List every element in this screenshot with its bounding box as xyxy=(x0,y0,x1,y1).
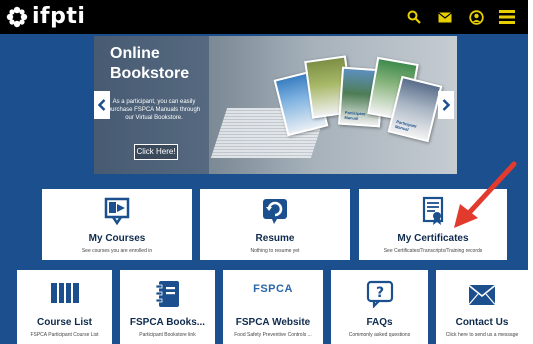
tile-subtitle: Participant Bookstore link xyxy=(139,332,196,338)
bookstore-banner[interactable]: Participant Manual Participant Manual On… xyxy=(94,36,457,174)
tile-fspca-books[interactable]: FSPCA Books... Participant Bookstore lin… xyxy=(120,270,215,344)
courses-icon xyxy=(104,197,130,226)
tile-resume[interactable]: Resume Nothing to resume yet xyxy=(200,189,350,260)
banner-title-line: Online xyxy=(110,45,160,62)
tile-subtitle: Food Safety Preventive Controls ... xyxy=(234,332,312,338)
tile-title: FSPCA Website xyxy=(235,317,311,328)
tile-title: Contact Us xyxy=(455,317,509,328)
banner-title: Online Bookstore xyxy=(110,44,189,84)
certificate-icon xyxy=(422,196,444,225)
logo-flower-icon xyxy=(6,6,28,28)
carousel-prev-button[interactable] xyxy=(94,91,110,119)
chevron-left-icon xyxy=(98,99,106,111)
fspca-logo: FSPCA xyxy=(253,283,293,295)
tile-subtitle: FSPCA Participant Course List xyxy=(30,332,99,338)
resume-icon xyxy=(263,199,287,224)
logo-text: ifpti xyxy=(32,4,86,29)
tile-title: FAQs xyxy=(366,317,393,328)
tile-title: Resume xyxy=(255,233,295,244)
help-chat-icon: ? xyxy=(366,280,393,308)
notebook-icon xyxy=(155,281,179,307)
book-label: Participant Manual xyxy=(394,118,418,132)
annotation-arrow xyxy=(454,161,517,228)
tile-subtitle: Nothing to resume yet xyxy=(250,248,300,254)
tile-title: My Certificates xyxy=(397,233,469,244)
tile-my-courses[interactable]: My Courses See courses you are enrolled … xyxy=(42,189,192,260)
banner-description: As a participant, you can easily purchas… xyxy=(107,99,201,121)
svg-text:?: ? xyxy=(375,285,383,301)
tile-subtitle: See courses you are enrolled in xyxy=(81,248,153,254)
click-here-button[interactable]: Click Here! xyxy=(134,144,178,160)
tile-course-list[interactable]: Course List FSPCA Participant Course Lis… xyxy=(17,270,112,344)
top-navbar: ifpti xyxy=(0,0,533,34)
banner-title-line: Bookstore xyxy=(110,65,190,82)
book-open-icon xyxy=(50,283,79,303)
search-icon[interactable] xyxy=(405,8,423,26)
tile-title: Course List xyxy=(36,317,92,328)
logo[interactable]: ifpti xyxy=(6,5,85,29)
tile-contact-us[interactable]: Contact Us Click here to send us a messa… xyxy=(436,270,528,344)
mail-icon[interactable] xyxy=(436,8,454,26)
user-icon[interactable] xyxy=(467,8,485,26)
carousel-next-button[interactable] xyxy=(438,91,454,119)
menu-icon[interactable] xyxy=(498,8,516,26)
tile-subtitle: Commonly asked questions xyxy=(348,332,411,338)
chevron-right-icon xyxy=(442,99,450,111)
banner-text-panel: Online Bookstore As a participant, you c… xyxy=(94,36,209,174)
tile-fspca-website[interactable]: FSPCA FSPCA Website Food Safety Preventi… xyxy=(223,270,323,344)
tile-faqs[interactable]: ? FAQs Commonly asked questions xyxy=(331,270,428,344)
tile-title: My Courses xyxy=(88,233,146,244)
tile-subtitle: See Certificates/Transcripts/Training re… xyxy=(383,248,483,254)
tile-title: FSPCA Books... xyxy=(129,317,206,328)
envelope-icon xyxy=(468,284,496,305)
tile-subtitle: Click here to send us a message xyxy=(445,332,519,338)
